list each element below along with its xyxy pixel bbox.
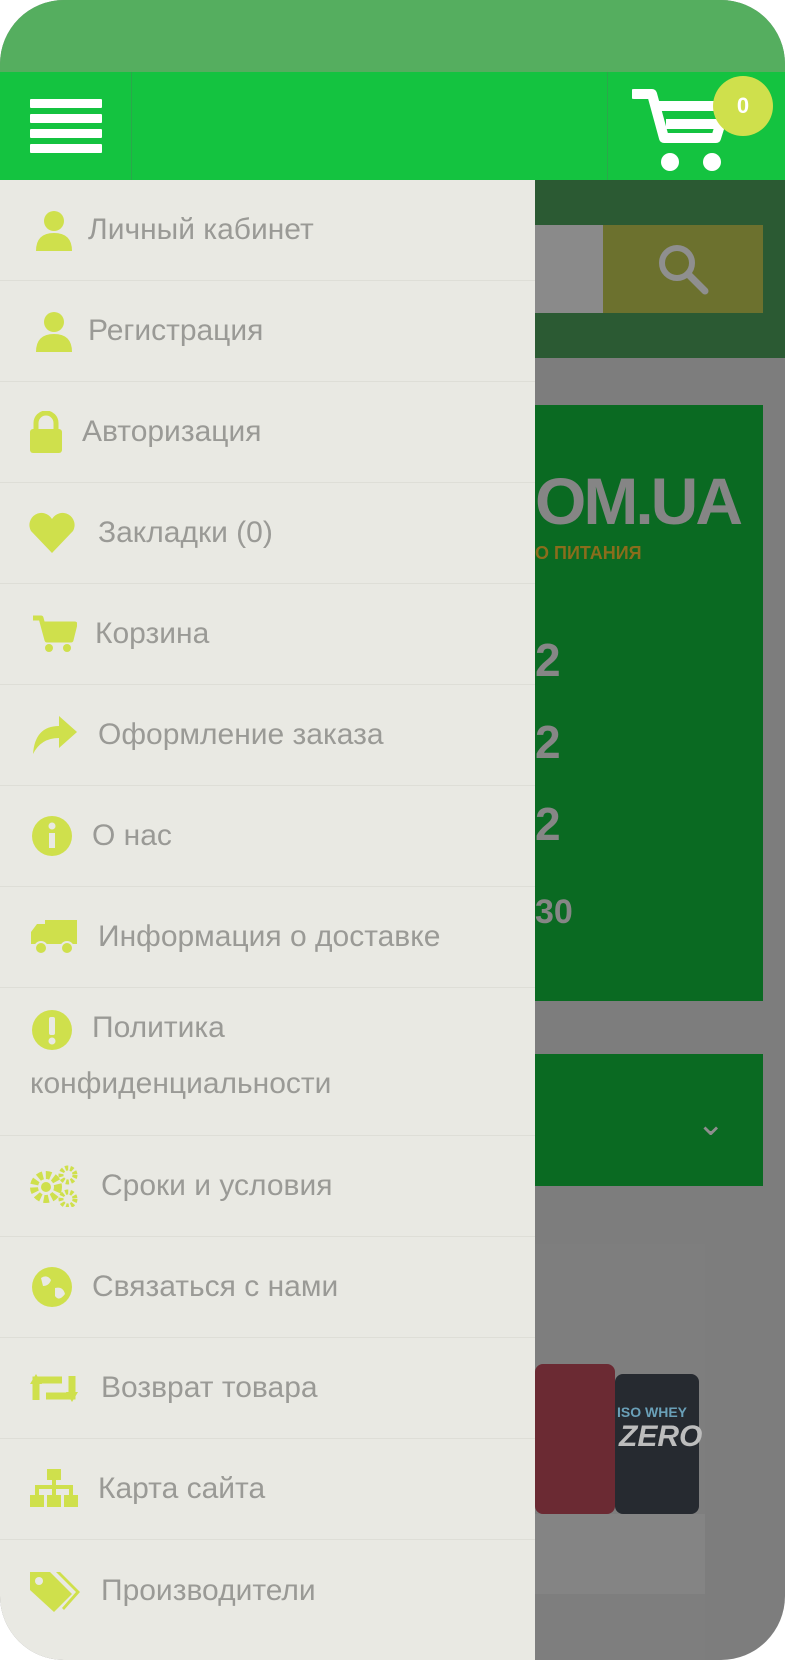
banner-brand-text: OM.UA [535, 464, 743, 538]
menu-item-label: Корзина [95, 617, 210, 650]
product-tub-red [535, 1364, 615, 1514]
truck-icon [28, 911, 80, 963]
banner-hours-text: 30 [535, 893, 573, 931]
menu-item-label: Производители [101, 1573, 316, 1607]
menu-item-returns[interactable]: Возврат товара [0, 1338, 535, 1439]
menu-item-label: Возврат товара [101, 1371, 318, 1404]
user-icon [28, 305, 80, 357]
cart-icon [28, 608, 80, 660]
menu-item-account[interactable]: Личный кабинет [0, 180, 535, 281]
phone-screen: 0 OM.UA О ПИТАНИЯ 2 2 2 30 ⌄ ISO WHEY ZE… [0, 0, 785, 1660]
tags-icon [28, 1565, 80, 1617]
retweet-icon [28, 1362, 80, 1414]
menu-item-checkout[interactable]: Оформление заказа [0, 685, 535, 786]
menu-item-cart[interactable]: Корзина [0, 584, 535, 685]
menu-item-about[interactable]: О нас [0, 786, 535, 887]
gears-icon [28, 1160, 80, 1212]
menu-item-label: Закладки (0) [98, 516, 273, 549]
menu-item-register[interactable]: Регистрация [0, 281, 535, 382]
product-tub-black: ISO WHEY ZERO [615, 1374, 703, 1514]
menu-item-label: Сроки и условия [101, 1169, 333, 1202]
banner-subtitle: О ПИТАНИЯ [535, 543, 642, 563]
menu-item-label-line2: конфиденциальности [30, 1067, 332, 1100]
search-input[interactable] [535, 225, 603, 313]
category-dropdown[interactable]: ⌄ [535, 1054, 763, 1186]
menu-item-label: Связаться с нами [92, 1270, 339, 1303]
info-icon [26, 810, 78, 862]
menu-toggle-button[interactable] [0, 72, 132, 180]
menu-item-label: Личный кабинет [88, 213, 314, 246]
navigation-drawer: Личный кабинет Регистрация Авторизация З… [0, 180, 535, 1660]
product-reflection [535, 1514, 705, 1594]
menu-item-contact[interactable]: Связаться с нами [0, 1237, 535, 1338]
banner-phone-digit: 2 [535, 716, 561, 768]
product-image[interactable]: ISO WHEY ZERO [535, 1244, 705, 1660]
menu-item-delivery[interactable]: Информация о доставке [0, 887, 535, 988]
menu-item-label: Оформление заказа [98, 718, 384, 751]
cart-count-badge: 0 [713, 76, 773, 136]
chevron-down-icon: ⌄ [696, 1105, 726, 1143]
product-label: ISO WHEY [617, 1404, 688, 1420]
menu-item-label: Авторизация [82, 415, 262, 448]
menu-item-label: О нас [92, 819, 172, 852]
share-arrow-icon [28, 709, 80, 761]
lock-icon [20, 406, 72, 458]
heart-icon [26, 507, 78, 559]
banner-phone-digit: 2 [535, 798, 561, 850]
menu-item-label: Регистрация [88, 314, 264, 347]
menu-item-manufacturers[interactable]: Производители [0, 1540, 535, 1641]
menu-item-terms[interactable]: Сроки и условия [0, 1136, 535, 1237]
menu-item-login[interactable]: Авторизация [0, 382, 535, 483]
banner-phone-digit: 2 [535, 634, 561, 686]
cart-button[interactable]: 0 [607, 72, 785, 180]
user-icon [28, 204, 80, 256]
menu-item-privacy[interactable]: Политика конфиденциальности [0, 988, 535, 1136]
exclamation-icon [26, 1004, 78, 1056]
hamburger-icon [29, 99, 102, 153]
top-bar: 0 [0, 72, 785, 180]
search-button[interactable] [603, 225, 763, 313]
product-label: ZERO [619, 1420, 703, 1453]
menu-item-label: Информация о доставке [98, 920, 441, 953]
menu-item-sitemap[interactable]: Карта сайта [0, 1439, 535, 1540]
menu-item-label: Карта сайта [98, 1472, 266, 1505]
globe-icon [26, 1261, 78, 1313]
search-icon [659, 245, 709, 295]
menu-item-label: Политика [92, 1011, 225, 1044]
status-bar [0, 0, 785, 72]
sitemap-icon [28, 1463, 80, 1515]
menu-item-wishlist[interactable]: Закладки (0) [0, 483, 535, 584]
promo-banner[interactable]: OM.UA О ПИТАНИЯ 2 2 2 30 [535, 405, 763, 1001]
